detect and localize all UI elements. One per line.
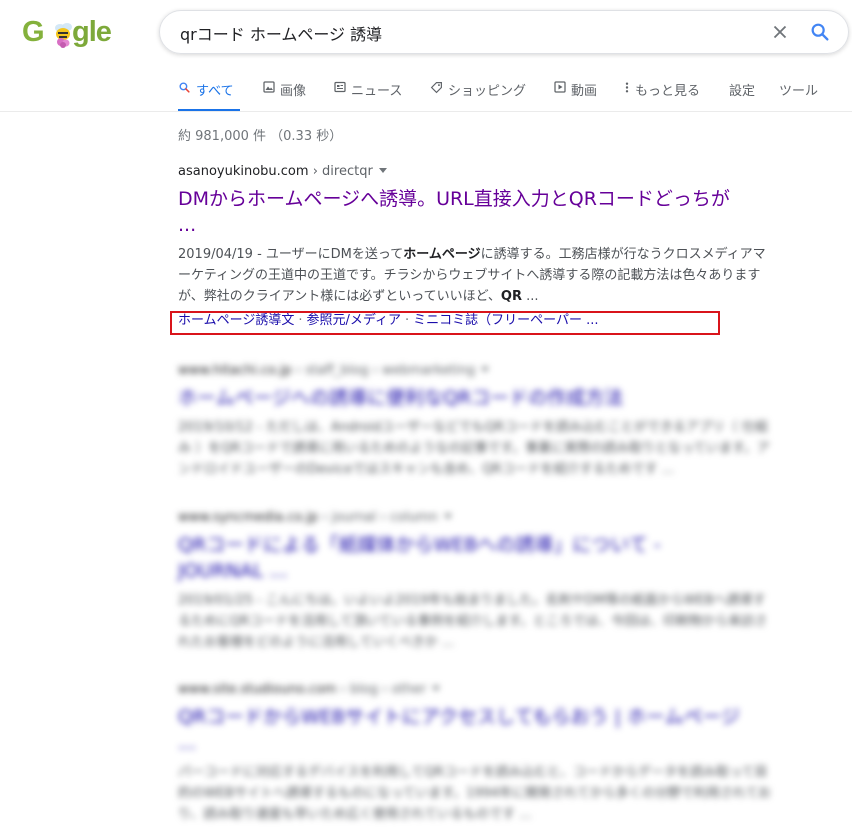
tab-more[interactable]: もっと見る — [624, 74, 700, 112]
tab-news[interactable]: ニュース — [334, 74, 402, 112]
result-url[interactable]: asanoyukinobu.com › directqr — [178, 162, 778, 182]
result-crumb: › staff_blog › webmarketing — [291, 363, 476, 378]
result-crumb: › journal › column — [318, 510, 438, 525]
result-title[interactable]: QRコードによる「紙媒体からWEBへの誘導」について - JOURNAL ... — [178, 532, 778, 584]
tag-icon — [430, 82, 442, 94]
tab-more-label: もっと見る — [635, 84, 701, 99]
result-stats: 約 981,000 件 （0.33 秒） — [178, 129, 343, 144]
snippet-bold: ホームページ — [403, 247, 481, 262]
result-crumb: › blog › other — [336, 682, 427, 697]
search-result: asanoyukinobu.com › directqr DMからホームページへ… — [178, 162, 778, 331]
snippet-text: - ユーザーにDMを送って — [252, 247, 404, 262]
tab-all[interactable]: すべて — [178, 74, 240, 112]
tab-tools[interactable]: ツール — [779, 74, 818, 112]
highlight-box — [170, 311, 720, 335]
result-url[interactable]: www.syncmedia.co.jp › journal › column — [178, 508, 778, 528]
result-title-line: ホームページへの誘導に便利なQRコードの作成方法 — [178, 387, 624, 409]
result-snippet: 2019/10/12 - ただしは、AndroidユーザーなどでもQRコードを読… — [178, 420, 770, 477]
search-result: www.site.studiouno.com › blog › other QR… — [178, 680, 778, 825]
tab-shopping[interactable]: ショッピング — [430, 74, 526, 112]
more-vert-icon — [625, 82, 629, 93]
search-icon — [179, 82, 190, 93]
search-input[interactable] — [178, 11, 752, 55]
result-site: www.syncmedia.co.jp — [178, 510, 319, 525]
result-title[interactable]: ホームページへの誘導に便利なQRコードの作成方法 — [178, 385, 778, 411]
close-icon[interactable] — [769, 21, 791, 43]
result-snippet: 2019/01/25 - こんにちは。いよいよ2019年も始まりました。名刺やD… — [178, 593, 768, 650]
tab-settings[interactable]: 設定 — [729, 74, 755, 112]
snippet-text: ... — [521, 289, 539, 304]
bee-doodle-icon — [55, 23, 72, 48]
tab-shopping-label: ショッピング — [448, 84, 527, 99]
result-snippet: 2019/04/19 - ユーザーにDMを送ってホームページに誘導する。工務店様… — [178, 244, 774, 307]
result-site: www.hitachi.co.jp — [178, 363, 292, 378]
snippet-bold: QR — [500, 289, 522, 304]
result-title[interactable]: QRコードからWEBサイトにアクセスしてもらおう | ホームページ ... — [178, 704, 778, 756]
result-crumb: › directqr — [308, 164, 373, 179]
google-logo[interactable]: G gle — [22, 14, 114, 50]
result-title-line: DMからホームページへ誘導。URL直接入力とQRコードどっちが — [178, 188, 730, 210]
result-title-line: QRコードによる「紙媒体からWEBへの誘導」について - — [178, 534, 661, 556]
caret-down-icon[interactable] — [443, 514, 452, 519]
result-title-line: ... — [178, 214, 197, 236]
result-title-line: JOURNAL ... — [178, 560, 288, 582]
caret-down-icon[interactable] — [378, 168, 387, 173]
news-icon — [334, 81, 346, 93]
tab-all-label: すべて — [196, 84, 234, 99]
search-box — [159, 10, 849, 55]
tab-tools-label: ツール — [779, 84, 819, 99]
result-url[interactable]: www.hitachi.co.jp › staff_blog › webmark… — [178, 361, 778, 381]
result-title[interactable]: DMからホームページへ誘導。URL直接入力とQRコードどっちが ... — [178, 186, 778, 238]
search-tabs: すべて 画像 ニュース ショッピング 動画 もっと見る 設定 ツール — [168, 74, 852, 112]
play-icon — [554, 81, 566, 93]
result-title-line: QRコードからWEBサイトにアクセスしてもらおう | ホームページ — [178, 706, 741, 728]
result-snippet: パーコードに対応するデバイスを利用してQRコードを読み込むと、コードからデータを… — [178, 765, 771, 822]
search-result: www.syncmedia.co.jp › journal › column Q… — [178, 508, 778, 653]
result-title-line: ... — [178, 732, 197, 754]
tabs-divider — [0, 111, 852, 112]
tab-news-label: ニュース — [351, 84, 403, 99]
caret-down-icon[interactable] — [481, 367, 490, 372]
result-date: 2019/04/19 — [178, 247, 253, 262]
tab-images-label: 画像 — [280, 84, 307, 99]
search-result: www.hitachi.co.jp › staff_blog › webmark… — [178, 361, 778, 480]
caret-down-icon[interactable] — [432, 686, 441, 691]
search-icon[interactable] — [809, 21, 831, 43]
tab-videos[interactable]: 動画 — [554, 74, 597, 112]
result-site: www.site.studiouno.com — [178, 682, 337, 697]
logo-letter-g: G — [22, 16, 45, 48]
tab-settings-label: 設定 — [729, 84, 756, 99]
logo-letters-gle: gle — [72, 16, 112, 48]
tab-images[interactable]: 画像 — [263, 74, 306, 112]
tab-videos-label: 動画 — [571, 84, 598, 99]
result-url[interactable]: www.site.studiouno.com › blog › other — [178, 680, 778, 700]
image-icon — [263, 81, 275, 93]
result-site: asanoyukinobu.com — [178, 164, 309, 179]
